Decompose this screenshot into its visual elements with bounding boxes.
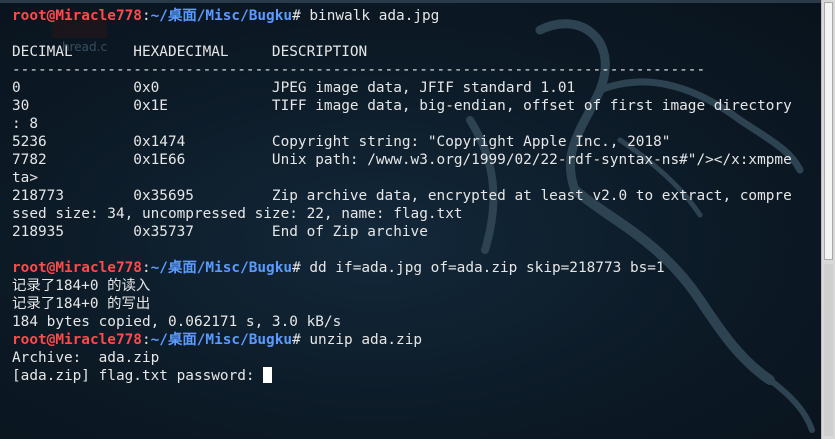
prompt-user: root@Miracle778: [12, 260, 142, 276]
prompt-separator: :: [141, 332, 151, 348]
prompt-path: ~/桌面/Misc/Bugku: [150, 8, 293, 24]
prompt-symbol: #: [292, 260, 310, 276]
text-cursor[interactable]: [263, 367, 273, 383]
prompt-symbol: #: [292, 332, 310, 348]
prompt-separator: :: [141, 8, 151, 24]
prompt-path: ~/桌面/Misc/Bugku: [150, 332, 293, 348]
terminal-output[interactable]: root@Miracle778:~/桌面/Misc/Bugku# binwalk…: [12, 7, 822, 385]
prompt-line: root@Miracle778:~/桌面/Misc/Bugku# dd if=a…: [12, 259, 822, 277]
scrollbar-thumb[interactable]: [824, 2, 833, 260]
output-line: 7782 0x1E66 Unix path: /www.w3.org/1999/…: [12, 152, 792, 168]
command-text: dd if=ada.jpg of=ada.zip skip=218773 bs=…: [309, 260, 665, 276]
output-line: 记录了184+0 的写出: [12, 296, 151, 312]
output-line: ta>: [12, 170, 38, 186]
prompt-user: root@Miracle778: [12, 332, 142, 348]
prompt-separator: :: [141, 260, 151, 276]
output-line: ----------------------------------------…: [12, 62, 706, 78]
output-line: 0 0x0 JPEG image data, JFIF standard 1.0…: [12, 80, 576, 96]
command-text: unzip ada.zip: [309, 332, 423, 348]
output-line: 218935 0x35737 End of Zip archive: [12, 224, 428, 240]
output-line: 记录了184+0 的读入: [12, 278, 151, 294]
output-line: 30 0x1E TIFF image data, big-endian, off…: [12, 98, 792, 114]
output-line: ssed size: 34, uncompressed size: 22, na…: [12, 206, 463, 222]
prompt-symbol: #: [292, 8, 310, 24]
prompt-line: root@Miracle778:~/桌面/Misc/Bugku# binwalk…: [12, 7, 822, 25]
prompt-user: root@Miracle778: [12, 8, 142, 24]
password-prompt-text: [ada.zip] flag.txt password:: [12, 368, 264, 384]
output-line: Archive: ada.zip: [12, 350, 160, 366]
output-line: 218773 0x35695 Zip archive data, encrypt…: [12, 188, 792, 204]
terminal-window[interactable]: hread.c root@Miracle778:~/桌面/Misc/Bugku#…: [0, 0, 835, 439]
window-top-edge: [0, 0, 835, 3]
prompt-line: root@Miracle778:~/桌面/Misc/Bugku# unzip a…: [12, 331, 822, 349]
prompt-path: ~/桌面/Misc/Bugku: [150, 260, 293, 276]
password-prompt-line: [ada.zip] flag.txt password:: [12, 367, 822, 385]
output-line: 5236 0x1474 Copyright string: "Copyright…: [12, 134, 671, 150]
scrollbar-track-lower[interactable]: [824, 264, 833, 436]
output-line: : 8: [12, 116, 38, 132]
vertical-scrollbar[interactable]: [821, 0, 835, 439]
output-line: 184 bytes copied, 0.062171 s, 3.0 kB/s: [12, 314, 342, 330]
command-text: binwalk ada.jpg: [309, 8, 440, 24]
output-line: DECIMAL HEXADECIMAL DESCRIPTION: [12, 44, 368, 60]
